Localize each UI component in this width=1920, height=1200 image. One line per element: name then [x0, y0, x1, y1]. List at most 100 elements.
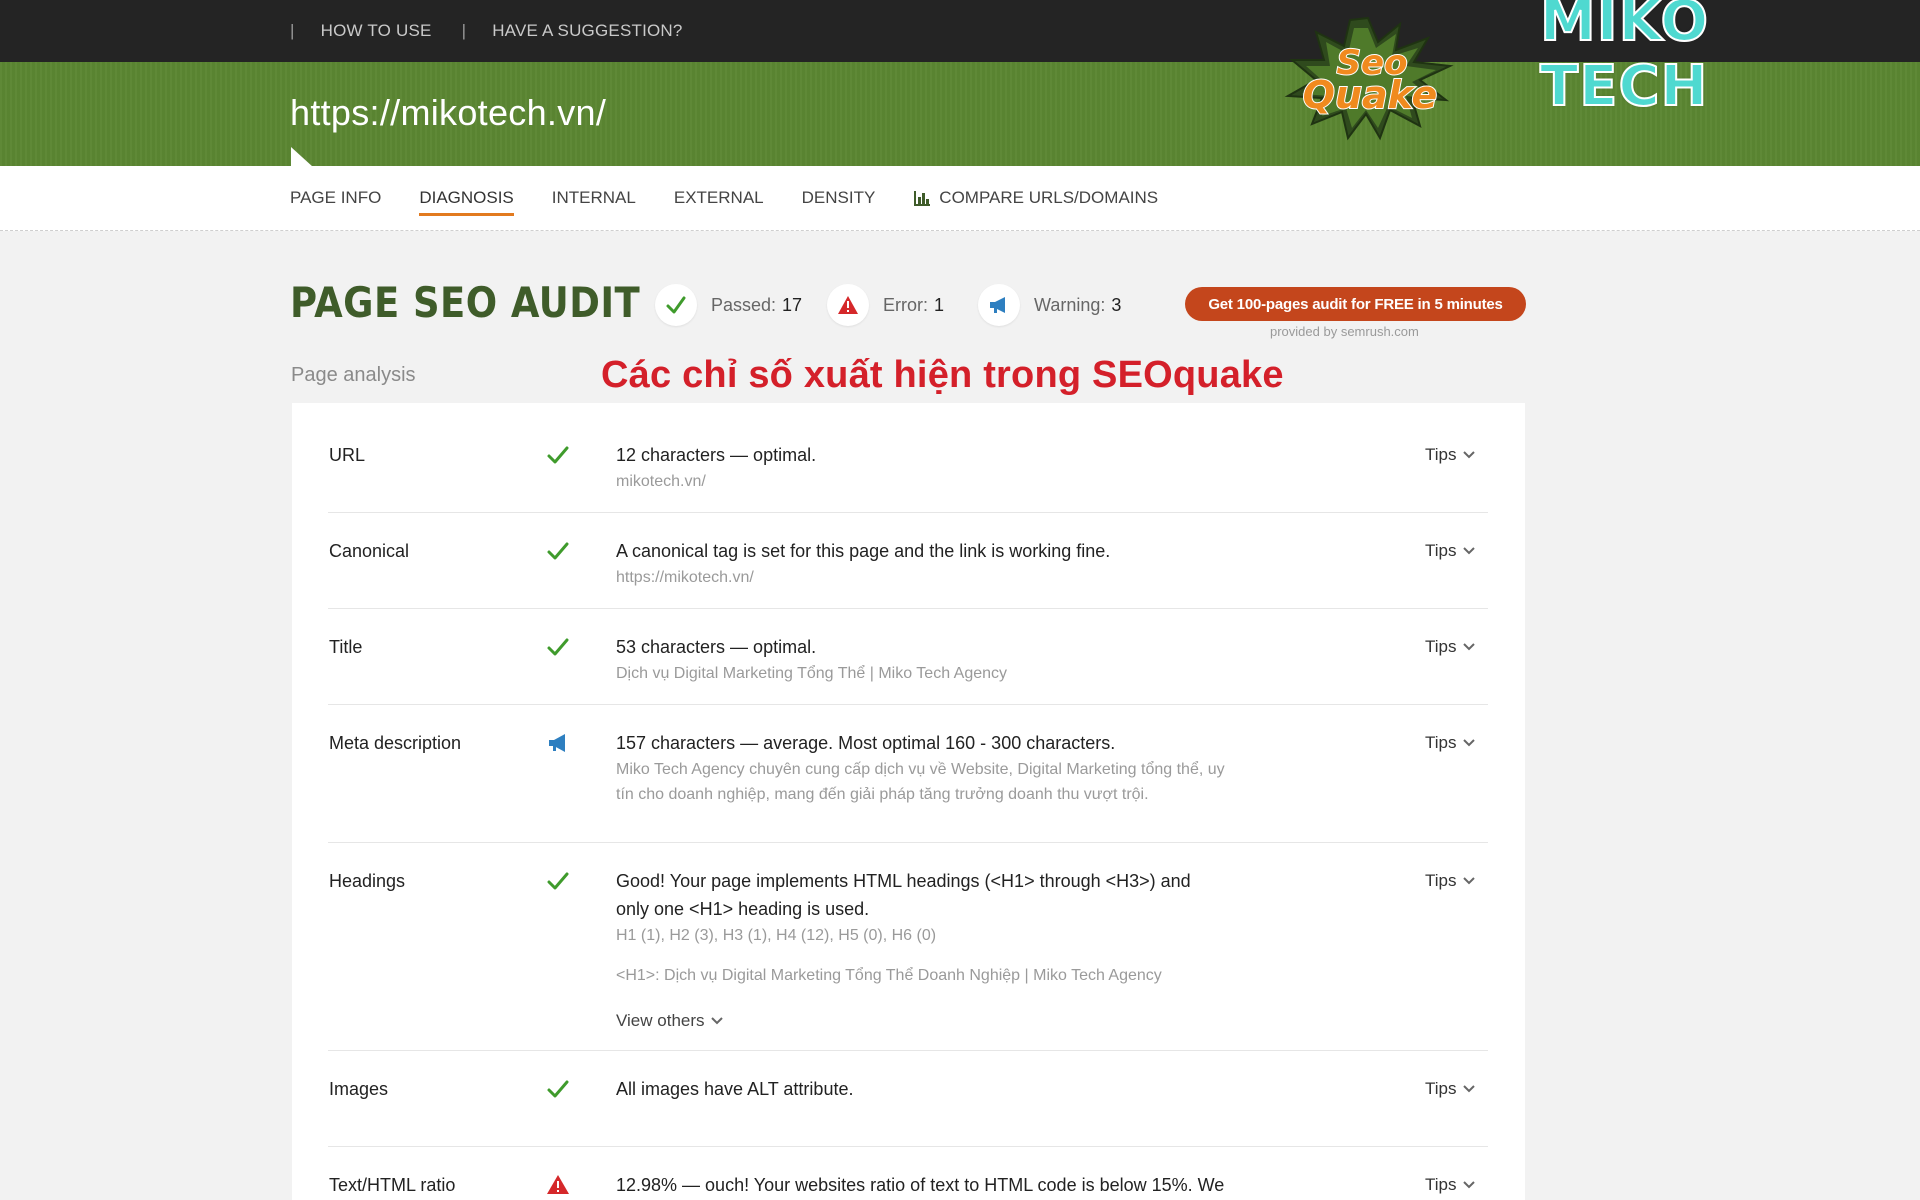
row-label: Text/HTML ratio [329, 1175, 456, 1195]
row-text: 53 characters — optimal. [616, 637, 817, 657]
error-label: Error: [883, 294, 928, 315]
row-text: All images have ALT attribute. [616, 1079, 854, 1099]
tips-label: Tips [1425, 1079, 1457, 1098]
tab-diagnosis[interactable]: DIAGNOSIS [419, 166, 515, 230]
nav-separator: | [461, 21, 467, 40]
passed-count: 17 [782, 294, 803, 315]
row-label: Images [329, 1079, 389, 1099]
passed-stat: Passed: 17 [655, 284, 802, 326]
annotation-caption: Các chỉ số xuất hiện trong SEOquake [601, 354, 1284, 396]
chevron-down-icon [710, 1017, 723, 1025]
chevron-down-icon [1462, 877, 1475, 885]
analysis-row-meta-description: Meta description 157 characters — averag… [328, 705, 1488, 843]
analysis-row-title: Title 53 characters — optimal. Dịch vụ D… [328, 609, 1488, 705]
warning-triangle-icon [838, 296, 858, 314]
row-label: URL [329, 445, 366, 465]
passed-label: Passed: [711, 294, 777, 315]
row-subtext: mikotech.vn/ [616, 473, 706, 490]
tips-toggle[interactable]: Tips [1425, 637, 1475, 657]
check-icon [547, 542, 569, 560]
check-icon [547, 638, 569, 656]
section-label: Page analysis [291, 364, 416, 386]
tips-label: Tips [1425, 541, 1457, 560]
chevron-down-icon [1462, 739, 1475, 747]
tips-label: Tips [1425, 445, 1457, 464]
free-audit-button[interactable]: Get 100-pages audit for FREE in 5 minute… [1185, 287, 1526, 321]
analysis-row-text-html-ratio: Text/HTML ratio 12.98% — ouch! Your webs… [328, 1147, 1488, 1200]
tab-internal[interactable]: INTERNAL [552, 166, 636, 230]
row-subtext: Miko Tech Agency chuyên cung cấp dịch vụ… [616, 761, 1225, 803]
row-description: All images have ALT attribute. [616, 1075, 1226, 1103]
row-description: 12.98% — ouch! Your websites ratio of te… [616, 1171, 1376, 1199]
analysis-row-headings: Headings Good! Your page implements HTML… [328, 843, 1488, 1051]
tab-label: INTERNAL [551, 188, 636, 207]
row-description: A canonical tag is set for this page and… [616, 537, 1376, 590]
check-icon [547, 446, 569, 464]
check-icon [547, 872, 569, 890]
row-description: Good! Your page implements HTML headings… [616, 867, 1226, 1035]
miko-tech-logo-text: MIKO TECH [1539, 0, 1710, 120]
row-subtext-h1: <H1>: Dịch vụ Digital Marketing Tổng Thể… [616, 967, 1162, 984]
chevron-down-icon [1462, 547, 1475, 555]
analysis-panel: URL 12 characters — optimal. mikotech.vn… [292, 403, 1525, 1200]
analysis-row-canonical: Canonical A canonical tag is set for thi… [328, 513, 1488, 609]
nav-separator: | [290, 21, 295, 40]
seoquake-logo-line2: Quake [1303, 73, 1438, 117]
row-label: Canonical [329, 541, 410, 561]
passed-circle [655, 284, 697, 326]
row-text: 12.98% — ouch! Your websites ratio of te… [616, 1175, 1225, 1195]
row-description: 157 characters — average. Most optimal 1… [616, 729, 1226, 807]
check-icon [547, 1080, 569, 1098]
row-subtext: Dịch vụ Digital Marketing Tổng Thể | Mik… [616, 665, 1008, 682]
audit-title: PAGE SEO AUDIT [290, 278, 641, 327]
tab-label: EXTERNAL [673, 188, 764, 207]
tab-density[interactable]: DENSITY [802, 166, 876, 230]
tab-label: DENSITY [801, 188, 876, 207]
view-others-toggle[interactable]: View others [616, 1007, 723, 1035]
suggestion-link[interactable]: HAVE A SUGGESTION? [492, 21, 682, 41]
tips-toggle[interactable]: Tips [1425, 733, 1475, 753]
page-url-title: https://mikotech.vn/ [290, 92, 607, 133]
row-text: Good! Your page implements HTML headings… [616, 871, 1191, 919]
warning-triangle-icon [547, 1175, 569, 1194]
provided-by-text: provided by semrush.com [1270, 324, 1419, 339]
tips-toggle[interactable]: Tips [1425, 445, 1475, 465]
tips-label: Tips [1425, 733, 1457, 752]
analysis-row-images: Images All images have ALT attribute. Ti… [328, 1051, 1488, 1147]
tab-label: PAGE INFO [290, 188, 382, 207]
tips-toggle[interactable]: Tips [1425, 541, 1475, 561]
row-description: 12 characters — optimal. mikotech.vn/ [616, 441, 1226, 494]
tab-external[interactable]: EXTERNAL [674, 166, 764, 230]
seoquake-logo: Seo Quake [1284, 16, 1454, 141]
tab-compare-urls[interactable]: COMPARE URLS/DOMAINS [913, 166, 1158, 230]
tab-label: DIAGNOSIS [419, 188, 514, 207]
tab-bar: PAGE INFO DIAGNOSIS INTERNAL EXTERNAL DE… [0, 166, 1920, 231]
chevron-down-icon [1462, 451, 1475, 459]
megaphone-icon [990, 297, 1005, 313]
row-text: A canonical tag is set for this page and… [616, 541, 1111, 561]
tab-page-info[interactable]: PAGE INFO [290, 166, 381, 230]
row-text: 12 characters — optimal. [616, 445, 817, 465]
how-to-use-link[interactable]: HOW TO USE [321, 21, 432, 41]
tips-toggle[interactable]: Tips [1425, 871, 1475, 891]
error-count: 1 [934, 294, 945, 315]
tab-label: COMPARE URLS/DOMAINS [939, 188, 1159, 207]
row-text: 157 characters — average. Most optimal 1… [616, 733, 1116, 753]
check-icon [666, 296, 686, 314]
bar-chart-icon [914, 191, 931, 206]
tips-label: Tips [1425, 1175, 1457, 1194]
warning-count: 3 [1111, 294, 1122, 315]
analysis-row-url: URL 12 characters — optimal. mikotech.vn… [328, 403, 1488, 513]
error-circle [827, 284, 869, 326]
tips-toggle[interactable]: Tips [1425, 1079, 1475, 1099]
tips-toggle[interactable]: Tips [1425, 1175, 1475, 1195]
view-others-label: View others [616, 1011, 705, 1030]
tips-label: Tips [1425, 871, 1457, 890]
row-label: Headings [329, 871, 406, 891]
row-subtext: https://mikotech.vn/ [616, 569, 754, 586]
chevron-down-icon [1462, 1181, 1475, 1189]
warning-label: Warning: [1034, 294, 1106, 315]
tabs: PAGE INFO DIAGNOSIS INTERNAL EXTERNAL DE… [290, 166, 1196, 230]
warning-circle [978, 284, 1020, 326]
tab-notch [291, 147, 313, 167]
